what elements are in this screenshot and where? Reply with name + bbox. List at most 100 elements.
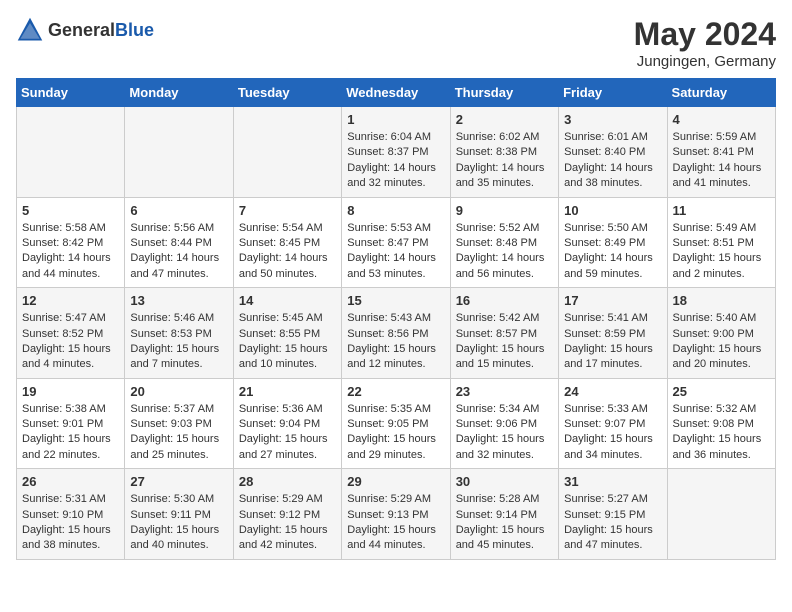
day-number: 4 — [673, 112, 770, 127]
day-cell: 10 Sunrise: 5:50 AM Sunset: 8:49 PM Dayli… — [559, 197, 667, 288]
weekday-header-wednesday: Wednesday — [342, 79, 450, 107]
day-number: 15 — [347, 293, 444, 308]
weekday-header-tuesday: Tuesday — [233, 79, 341, 107]
day-cell: 8 Sunrise: 5:53 AM Sunset: 8:47 PM Daylig… — [342, 197, 450, 288]
day-info: Sunrise: 5:34 AM Sunset: 9:06 PM Dayligh… — [456, 402, 553, 464]
day-cell: 27 Sunrise: 5:30 AM Sunset: 9:11 PM Dayli… — [125, 469, 233, 560]
day-cell: 13Sunrise: 5:46 AM Sunset: 8:53 PM Dayli… — [125, 288, 233, 379]
day-cell: 19 Sunrise: 5:38 AM Sunset: 9:01 PM Dayli… — [17, 378, 125, 469]
day-number: 29 — [347, 474, 444, 489]
day-number: 27 — [130, 474, 227, 489]
day-info: Sunrise: 6:04 AM Sunset: 8:37 PM Dayligh… — [347, 130, 444, 192]
day-info: Sunrise: 5:35 AM Sunset: 9:05 PM Dayligh… — [347, 402, 444, 464]
day-number: 22 — [347, 384, 444, 399]
day-cell: 30Sunrise: 5:28 AM Sunset: 9:14 PM Dayli… — [450, 469, 558, 560]
day-cell: 24 Sunrise: 5:33 AM Sunset: 9:07 PM Dayli… — [559, 378, 667, 469]
day-info: Sunrise: 5:38 AM Sunset: 9:01 PM Dayligh… — [22, 402, 119, 464]
day-cell: 26Sunrise: 5:31 AM Sunset: 9:10 PM Dayli… — [17, 469, 125, 560]
logo-text-blue: Blue — [115, 20, 154, 40]
day-cell: 22 Sunrise: 5:35 AM Sunset: 9:05 PM Dayli… — [342, 378, 450, 469]
week-row-3: 12 Sunrise: 5:47 AM Sunset: 8:52 PM Dayli… — [17, 288, 776, 379]
day-number: 23 — [456, 384, 553, 399]
day-number: 16 — [456, 293, 553, 308]
day-number: 2 — [456, 112, 553, 127]
day-info: Sunrise: 5:47 AM Sunset: 8:52 PM Dayligh… — [22, 311, 119, 373]
day-info: Sunrise: 5:40 AM Sunset: 9:00 PM Dayligh… — [673, 311, 770, 373]
day-info: Sunrise: 5:56 AM Sunset: 8:44 PM Dayligh… — [130, 221, 227, 283]
day-info: Sunrise: 5:42 AM Sunset: 8:57 PM Dayligh… — [456, 311, 553, 373]
day-cell: 25 Sunrise: 5:32 AM Sunset: 9:08 PM Dayli… — [667, 378, 775, 469]
day-number: 25 — [673, 384, 770, 399]
day-cell: 11 Sunrise: 5:49 AM Sunset: 8:51 PM Dayli… — [667, 197, 775, 288]
day-cell — [667, 469, 775, 560]
day-info: Sunrise: 6:02 AM Sunset: 8:38 PM Dayligh… — [456, 130, 553, 192]
day-info: Sunrise: 5:27 AM Sunset: 9:15 PM Dayligh… — [564, 492, 661, 554]
day-number: 6 — [130, 203, 227, 218]
day-number: 28 — [239, 474, 336, 489]
day-info: Sunrise: 5:53 AM Sunset: 8:47 PM Dayligh… — [347, 221, 444, 283]
day-info: Sunrise: 5:50 AM Sunset: 8:49 PM Dayligh… — [564, 221, 661, 283]
day-info: Sunrise: 5:58 AM Sunset: 8:42 PM Dayligh… — [22, 221, 119, 283]
day-number: 26 — [22, 474, 119, 489]
day-cell: 9Sunrise: 5:52 AM Sunset: 8:48 PM Daylig… — [450, 197, 558, 288]
day-cell: 1 Sunrise: 6:04 AM Sunset: 8:37 PM Daylig… — [342, 107, 450, 198]
day-cell: 12 Sunrise: 5:47 AM Sunset: 8:52 PM Dayli… — [17, 288, 125, 379]
weekday-header-monday: Monday — [125, 79, 233, 107]
day-cell: 20 Sunrise: 5:37 AM Sunset: 9:03 PM Dayli… — [125, 378, 233, 469]
day-number: 8 — [347, 203, 444, 218]
day-cell: 14Sunrise: 5:45 AM Sunset: 8:55 PM Dayli… — [233, 288, 341, 379]
day-cell: 17 Sunrise: 5:41 AM Sunset: 8:59 PM Dayli… — [559, 288, 667, 379]
day-cell — [17, 107, 125, 198]
day-number: 30 — [456, 474, 553, 489]
day-number: 17 — [564, 293, 661, 308]
day-cell: 15 Sunrise: 5:43 AM Sunset: 8:56 PM Dayli… — [342, 288, 450, 379]
day-info: Sunrise: 5:37 AM Sunset: 9:03 PM Dayligh… — [130, 402, 227, 464]
day-cell: 16 Sunrise: 5:42 AM Sunset: 8:57 PM Dayli… — [450, 288, 558, 379]
weekday-header-thursday: Thursday — [450, 79, 558, 107]
week-row-1: 1 Sunrise: 6:04 AM Sunset: 8:37 PM Daylig… — [17, 107, 776, 198]
day-info: Sunrise: 5:32 AM Sunset: 9:08 PM Dayligh… — [673, 402, 770, 464]
logo-icon — [16, 16, 44, 44]
day-number: 10 — [564, 203, 661, 218]
day-info: Sunrise: 5:29 AM Sunset: 9:13 PM Dayligh… — [347, 492, 444, 554]
day-info: Sunrise: 5:29 AM Sunset: 9:12 PM Dayligh… — [239, 492, 336, 554]
calendar-table: SundayMondayTuesdayWednesdayThursdayFrid… — [16, 78, 776, 560]
weekday-header-saturday: Saturday — [667, 79, 775, 107]
weekday-header-sunday: Sunday — [17, 79, 125, 107]
day-cell: 4 Sunrise: 5:59 AM Sunset: 8:41 PM Daylig… — [667, 107, 775, 198]
weekday-header-row: SundayMondayTuesdayWednesdayThursdayFrid… — [17, 79, 776, 107]
week-row-4: 19 Sunrise: 5:38 AM Sunset: 9:01 PM Dayli… — [17, 378, 776, 469]
day-number: 19 — [22, 384, 119, 399]
day-info: Sunrise: 5:41 AM Sunset: 8:59 PM Dayligh… — [564, 311, 661, 373]
day-info: Sunrise: 5:33 AM Sunset: 9:07 PM Dayligh… — [564, 402, 661, 464]
day-number: 13 — [130, 293, 227, 308]
day-cell: 5 Sunrise: 5:58 AM Sunset: 8:42 PM Daylig… — [17, 197, 125, 288]
day-info: Sunrise: 5:49 AM Sunset: 8:51 PM Dayligh… — [673, 221, 770, 283]
day-number: 5 — [22, 203, 119, 218]
title-block: May 2024 Jungingen, Germany — [634, 16, 776, 70]
month-title: May 2024 — [634, 16, 776, 53]
day-cell: 18Sunrise: 5:40 AM Sunset: 9:00 PM Dayli… — [667, 288, 775, 379]
day-info: Sunrise: 5:54 AM Sunset: 8:45 PM Dayligh… — [239, 221, 336, 283]
day-number: 12 — [22, 293, 119, 308]
day-number: 1 — [347, 112, 444, 127]
day-number: 20 — [130, 384, 227, 399]
day-number: 24 — [564, 384, 661, 399]
day-cell: 2 Sunrise: 6:02 AM Sunset: 8:38 PM Daylig… — [450, 107, 558, 198]
logo: GeneralBlue — [16, 16, 154, 44]
day-cell: 6 Sunrise: 5:56 AM Sunset: 8:44 PM Daylig… — [125, 197, 233, 288]
day-info: Sunrise: 5:45 AM Sunset: 8:55 PM Dayligh… — [239, 311, 336, 373]
day-number: 11 — [673, 203, 770, 218]
day-number: 31 — [564, 474, 661, 489]
day-info: Sunrise: 5:30 AM Sunset: 9:11 PM Dayligh… — [130, 492, 227, 554]
day-info: Sunrise: 6:01 AM Sunset: 8:40 PM Dayligh… — [564, 130, 661, 192]
day-info: Sunrise: 5:36 AM Sunset: 9:04 PM Dayligh… — [239, 402, 336, 464]
day-info: Sunrise: 5:59 AM Sunset: 8:41 PM Dayligh… — [673, 130, 770, 192]
day-info: Sunrise: 5:43 AM Sunset: 8:56 PM Dayligh… — [347, 311, 444, 373]
day-cell: 21Sunrise: 5:36 AM Sunset: 9:04 PM Dayli… — [233, 378, 341, 469]
day-number: 9 — [456, 203, 553, 218]
day-cell — [233, 107, 341, 198]
location: Jungingen, Germany — [634, 53, 776, 70]
day-cell: 7Sunrise: 5:54 AM Sunset: 8:45 PM Daylig… — [233, 197, 341, 288]
day-cell: 3Sunrise: 6:01 AM Sunset: 8:40 PM Daylig… — [559, 107, 667, 198]
